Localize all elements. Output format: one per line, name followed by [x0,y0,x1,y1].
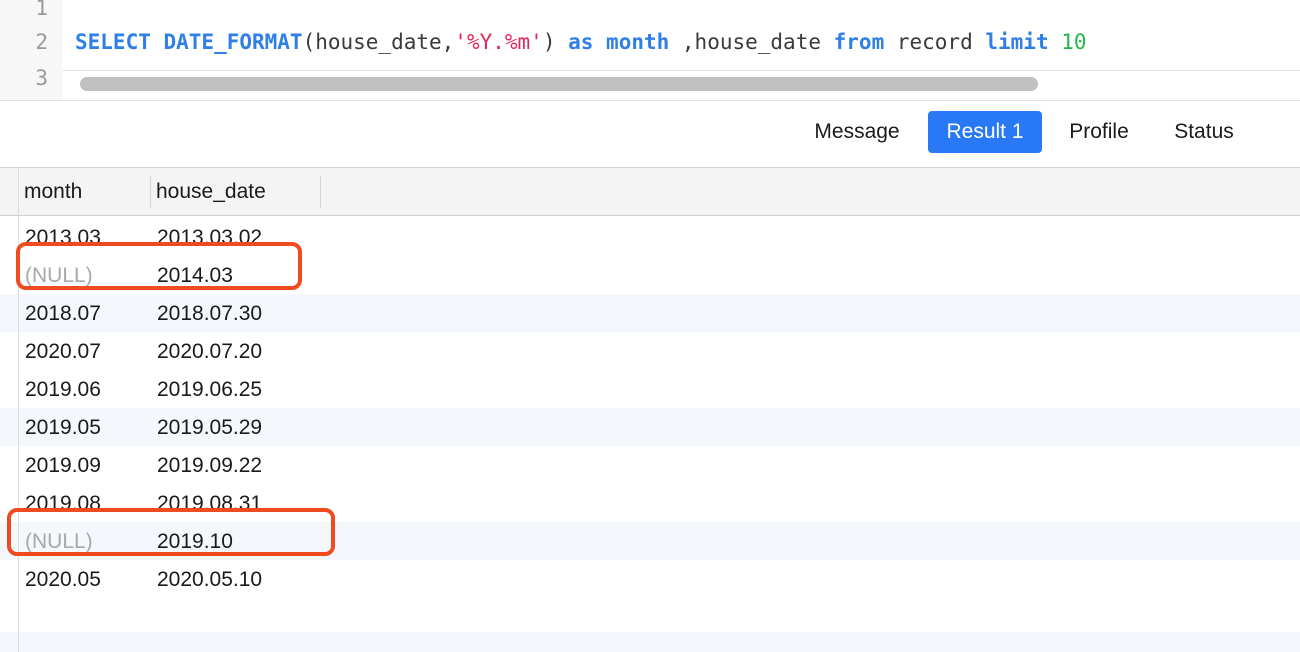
cell-house-date[interactable]: 2018.07.30 [157,294,262,332]
line-number: 1 [35,0,48,20]
table-row[interactable]: 2019.05 2019.05.29 [0,408,1300,446]
cell-month[interactable]: 2019.09 [25,446,101,484]
sql-editor[interactable]: 1 2 SELECT DATE_FORMAT(house_date,'%Y.%m… [0,0,1300,101]
sql-token-plain: record [884,30,986,54]
sql-token-plain: ) [542,30,569,54]
column-separator[interactable] [320,176,321,208]
code-line-2[interactable]: 2 SELECT DATE_FORMAT(house_date,'%Y.%m')… [0,24,1300,60]
line-number: 3 [35,66,48,90]
cell-house-date[interactable]: 2020.05.10 [157,560,262,598]
cell-month[interactable]: 2019.06 [25,370,101,408]
cell-house-date[interactable]: 2019.06.25 [157,370,262,408]
table-row[interactable]: 2019.09 2019.09.22 [0,446,1300,484]
null-row-highlight [7,508,335,556]
line-number: 2 [35,30,48,54]
result-tabbar: Message Result 1 Profile Status [0,101,1300,167]
cell-month[interactable]: 2020.07 [25,332,101,370]
tab-status[interactable]: Status [1158,111,1250,153]
line-divider [62,70,1300,71]
column-header-house-date[interactable]: house_date [150,168,320,215]
row-gutter-divider [18,168,19,652]
null-row-highlight [16,242,302,290]
cell-month[interactable]: 2018.07 [25,294,101,332]
sql-token-kw: DATE_FORMAT [150,30,303,54]
results-grid[interactable]: month house_date 2013.03 2013.03.02 (NULL)… [0,168,1300,652]
empty-row [0,632,1300,652]
cell-house-date[interactable]: 2019.09.22 [157,446,262,484]
cell-house-date[interactable]: 2020.07.20 [157,332,262,370]
sql-token-kw: limit [985,30,1049,54]
cell-month[interactable]: 2019.05 [25,408,101,446]
table-row[interactable]: 2018.07 2018.07.30 [0,294,1300,332]
code-text[interactable]: SELECT DATE_FORMAT(house_date,'%Y.%m') a… [75,24,1087,60]
tab-profile[interactable]: Profile [1052,111,1146,153]
table-row[interactable]: 2019.06 2019.06.25 [0,370,1300,408]
sql-token-num: 10 [1048,30,1087,54]
column-header-month[interactable]: month [18,168,150,215]
sql-token-kw: SELECT [75,30,151,54]
tab-result-1[interactable]: Result 1 [928,111,1042,153]
sql-token-kw: month [593,30,670,54]
table-row[interactable]: 2020.07 2020.07.20 [0,332,1300,370]
sql-token-kw: from [833,30,885,54]
tab-message[interactable]: Message [796,111,918,153]
table-row[interactable]: 2020.05 2020.05.10 [0,560,1300,598]
cell-house-date[interactable]: 2019.05.29 [157,408,262,446]
sql-token-str: '%Y.%m' [454,30,543,54]
cell-month[interactable]: 2020.05 [25,560,101,598]
code-line-1[interactable]: 1 [0,0,1300,26]
scrollbar-thumb[interactable] [80,77,1038,91]
grid-header: month house_date [0,168,1300,216]
horizontal-scrollbar[interactable] [75,74,1300,94]
sql-token-plain: ,house_date [669,30,834,54]
sql-token-plain: (house_date, [302,30,455,54]
sql-token-kw: as [568,30,594,54]
